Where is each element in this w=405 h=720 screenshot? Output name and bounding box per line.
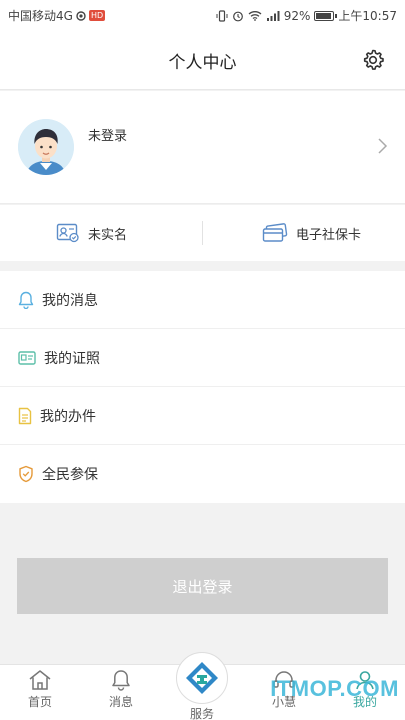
menu-item-label: 我的办件 xyxy=(40,408,96,425)
carrier-label: 中国移动4G xyxy=(8,9,73,23)
menu-item-applications[interactable]: 我的办件 xyxy=(0,387,405,445)
status-bar: 中国移动4G HD 92% 上午10:57 xyxy=(0,0,405,30)
menu-item-label: 我的消息 xyxy=(42,292,98,309)
battery-fill xyxy=(316,12,332,19)
tab-label: 消息 xyxy=(108,695,133,709)
page-title: 个人中心 xyxy=(168,53,237,73)
signal-icon xyxy=(76,10,86,21)
alarm-icon xyxy=(232,11,243,21)
hd-badge: HD xyxy=(88,10,106,21)
chevron-right-icon xyxy=(377,137,389,155)
service-button[interactable] xyxy=(176,652,228,704)
bell-icon xyxy=(112,670,130,691)
menu-item-label: 我的证照 xyxy=(44,350,100,367)
status-right: 92% 上午10:57 xyxy=(216,7,397,24)
social-card-label: 电子社保卡 xyxy=(296,227,362,243)
tab-label: 服务 xyxy=(189,707,214,720)
clock: 上午10:57 xyxy=(338,9,397,23)
status-left: 中国移动4G HD xyxy=(8,7,106,24)
menu-item-insurance[interactable]: 全民参保 xyxy=(0,445,405,503)
service-logo-icon xyxy=(186,662,218,694)
document-icon xyxy=(18,407,32,424)
avatar[interactable] xyxy=(18,119,74,175)
settings-button[interactable] xyxy=(361,48,385,72)
profile-card[interactable]: 未登录 xyxy=(0,91,405,204)
id-card-icon xyxy=(18,350,36,365)
vibrate-icon xyxy=(216,9,228,22)
battery-icon xyxy=(314,10,338,21)
tab-service[interactable]: 服务 xyxy=(172,652,232,720)
card-icon xyxy=(262,223,288,242)
social-security-card[interactable]: 电子社保卡 xyxy=(262,205,361,261)
cell-signal-icon xyxy=(266,11,280,21)
login-status[interactable]: 未登录 xyxy=(88,125,127,144)
menu-list: 我的消息 我的证照 我的办件 全民参保 xyxy=(0,271,405,503)
bell-icon xyxy=(18,291,34,309)
menu-item-messages[interactable]: 我的消息 xyxy=(0,271,405,329)
logout-button[interactable]: 退出登录 xyxy=(17,558,388,614)
tab-home[interactable]: 首页 xyxy=(10,669,70,710)
real-name-label: 未实名 xyxy=(88,227,128,243)
menu-item-certificates[interactable]: 我的证照 xyxy=(0,329,405,387)
menu-item-label: 全民参保 xyxy=(42,467,98,483)
tab-label: 首页 xyxy=(27,695,52,709)
identity-row: 未实名 电子社保卡 xyxy=(0,205,405,261)
watermark: ITMOP.COM xyxy=(270,676,399,701)
gear-icon xyxy=(363,49,384,70)
divider xyxy=(202,221,203,245)
wifi-icon xyxy=(248,11,262,21)
home-icon xyxy=(29,670,51,690)
battery-percent: 92% xyxy=(283,8,311,23)
page-header: 个人中心 xyxy=(0,30,405,90)
real-name-verify[interactable]: 未实名 xyxy=(56,205,127,261)
id-verify-icon xyxy=(56,223,79,243)
user-avatar-icon xyxy=(18,119,74,175)
tab-messages[interactable]: 消息 xyxy=(91,669,151,710)
shield-icon xyxy=(19,465,33,483)
